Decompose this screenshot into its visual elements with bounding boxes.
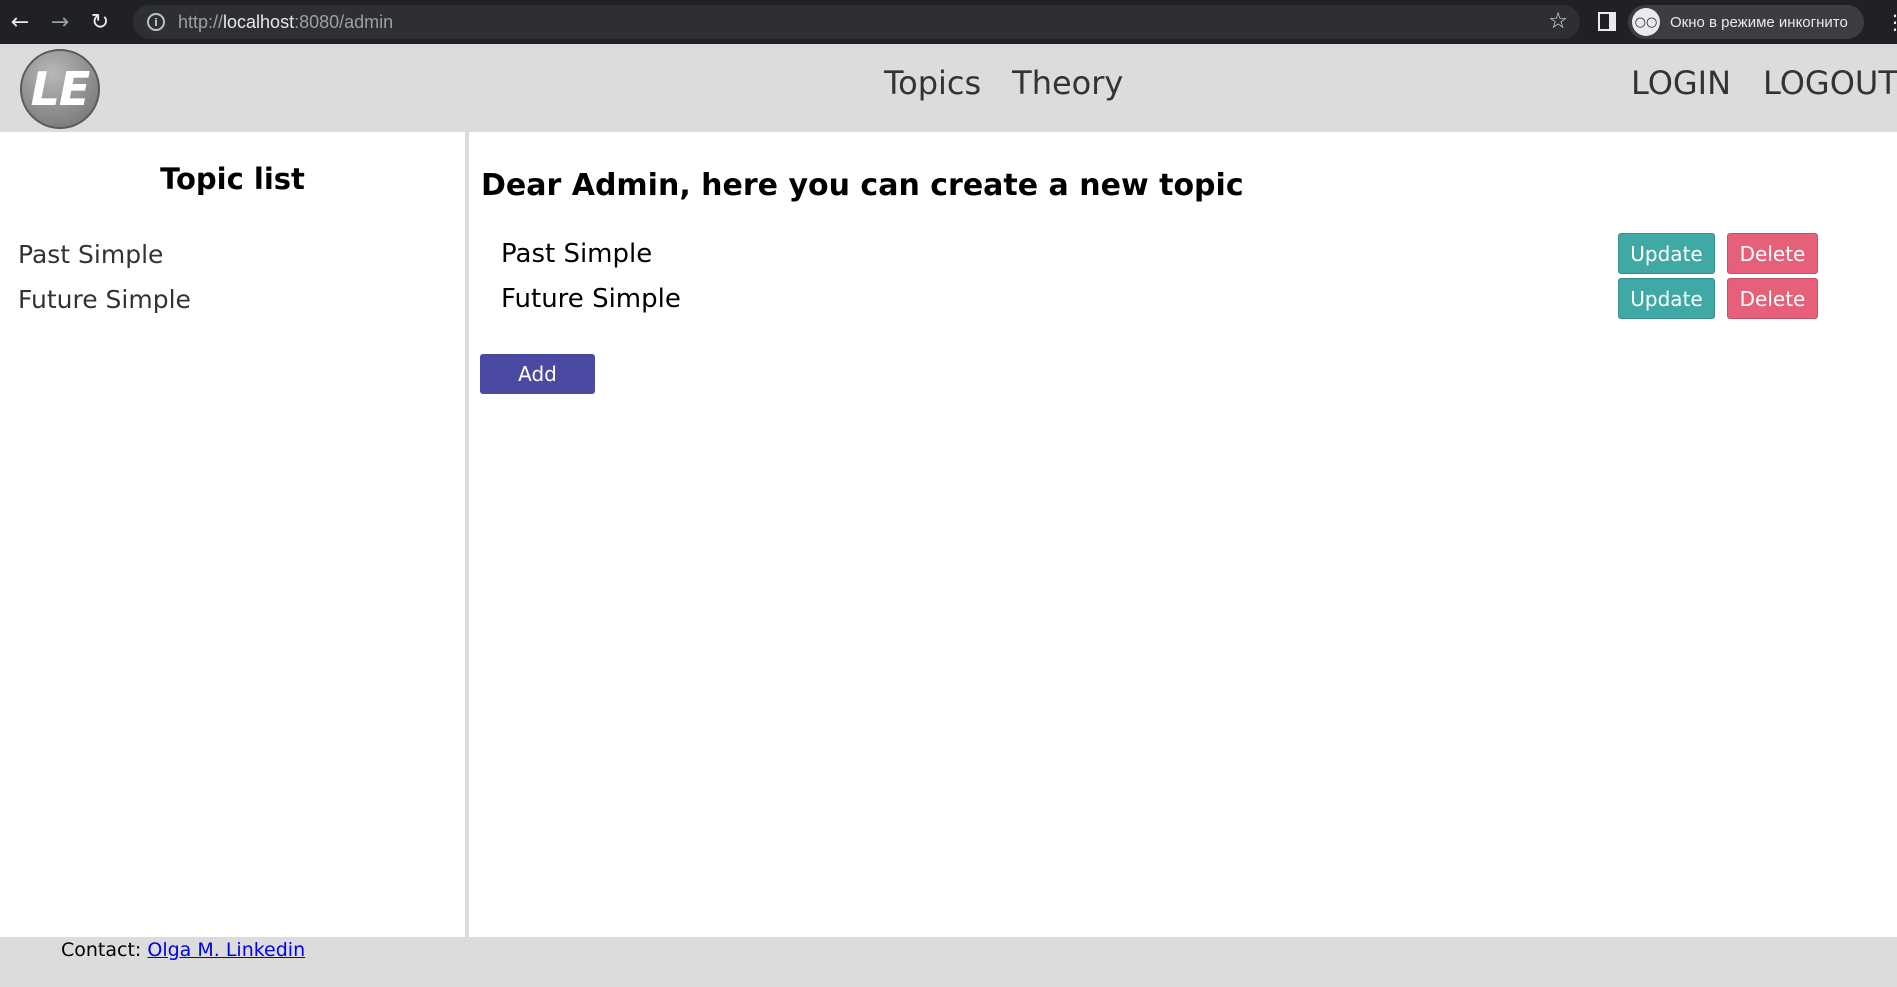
url-text[interactable]: http://localhost:8080/admin xyxy=(178,12,393,33)
incognito-indicator[interactable]: ○○ Окно в режиме инкогнито xyxy=(1628,5,1864,39)
add-topic-button[interactable]: Add xyxy=(480,354,595,394)
sidebar: Topic list Past Simple Future Simple xyxy=(0,132,469,937)
footer: Contact: Olga M. Linkedin xyxy=(0,937,1897,987)
main-content: Dear Admin, here you can create a new to… xyxy=(469,132,1897,937)
update-button[interactable]: Update xyxy=(1618,278,1715,319)
incognito-label: Окно в режиме инкогнито xyxy=(1670,13,1848,31)
side-panel-icon[interactable] xyxy=(1598,12,1616,31)
login-link[interactable]: LOGIN xyxy=(1631,64,1731,102)
logo[interactable]: LE xyxy=(20,49,100,129)
logout-link[interactable]: LOGOUT xyxy=(1763,64,1897,102)
contact-label: Contact: xyxy=(61,939,142,961)
main-nav: Topics Theory xyxy=(884,64,1123,102)
update-button[interactable]: Update xyxy=(1618,233,1715,274)
delete-button[interactable]: Delete xyxy=(1727,278,1818,319)
star-icon[interactable]: ☆ xyxy=(1548,9,1568,34)
topic-name: Future Simple xyxy=(501,284,681,314)
linkedin-link[interactable]: Olga M. Linkedin xyxy=(147,939,305,961)
sidebar-title: Topic list xyxy=(160,162,305,196)
forward-arrow-icon[interactable]: → xyxy=(40,0,80,44)
browser-toolbar: ← → ↻ i http://localhost:8080/admin ☆ ○○… xyxy=(0,0,1897,44)
info-icon[interactable]: i xyxy=(147,13,165,31)
kebab-menu-icon[interactable]: ⋮ xyxy=(1885,10,1897,34)
reload-icon[interactable]: ↻ xyxy=(80,0,120,44)
delete-button[interactable]: Delete xyxy=(1727,233,1818,274)
logo-text: LE xyxy=(30,62,91,116)
incognito-icon: ○○ xyxy=(1632,8,1660,36)
auth-nav: LOGIN LOGOUT xyxy=(1631,64,1897,102)
nav-topics-link[interactable]: Topics xyxy=(884,64,981,102)
sidebar-item-future-simple[interactable]: Future Simple xyxy=(18,277,191,322)
topic-list: Past Simple Future Simple xyxy=(18,232,191,322)
site-header: LE Topics Theory LOGIN LOGOUT xyxy=(0,44,1897,132)
topic-row: Future Simple Update Delete xyxy=(501,277,1861,322)
sidebar-item-past-simple[interactable]: Past Simple xyxy=(18,232,191,277)
topic-row: Past Simple Update Delete xyxy=(501,232,1861,277)
page-title: Dear Admin, here you can create a new to… xyxy=(481,168,1244,203)
contact: Contact: Olga M. Linkedin xyxy=(61,939,305,961)
url-scheme: http:// xyxy=(178,11,224,32)
address-bar[interactable]: i http://localhost:8080/admin ☆ xyxy=(133,5,1580,39)
url-host: localhost xyxy=(223,11,295,32)
nav-theory-link[interactable]: Theory xyxy=(1012,64,1123,102)
url-path: :8080/admin xyxy=(294,11,394,32)
back-arrow-icon[interactable]: ← xyxy=(0,0,40,44)
topic-name: Past Simple xyxy=(501,239,653,269)
